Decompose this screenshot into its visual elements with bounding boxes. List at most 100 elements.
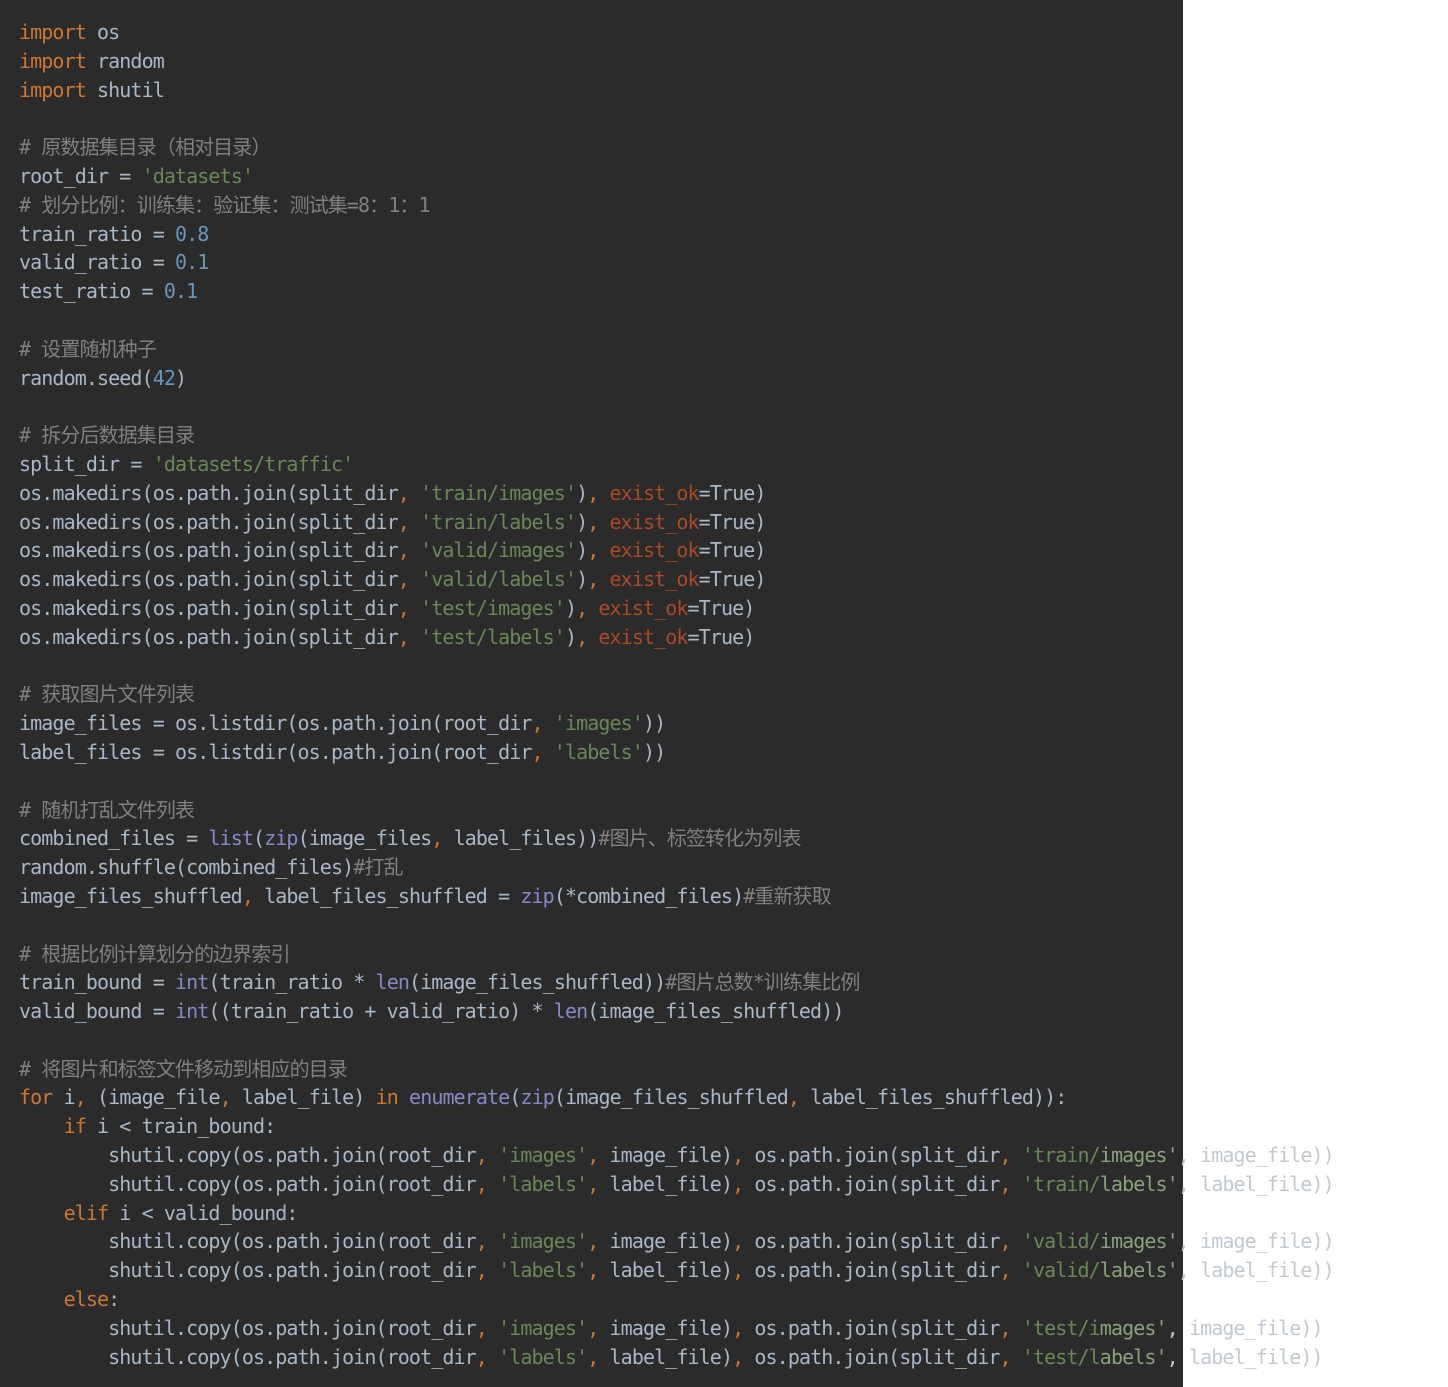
code-line: os.makedirs(os.path.join(split_dir, 'tra… [19, 479, 1334, 508]
code-token: # 划分比例：训练集：验证集：测试集=8：1：1 [19, 192, 431, 217]
code-line: shutil.copy(os.path.join(root_dir, 'imag… [19, 1141, 1335, 1170]
code-token: , [999, 1315, 1022, 1340]
code-token: 'train/ [1021, 1171, 1101, 1196]
code-token: 'labels' [498, 1258, 588, 1283]
code-token: 'labels' [553, 739, 644, 764]
code-token: , label_file)) [1177, 1258, 1335, 1283]
code-token: labels' [1099, 1258, 1179, 1283]
code-line: # 根据比例计算划分的边界索引 [19, 940, 1334, 969]
code-token: , [397, 595, 421, 620]
code-token: (*combined_files) [553, 883, 744, 908]
code-token: (train_ratio * [208, 970, 376, 995]
code-token: shutil.copy(os.path.join(root_dir [19, 1229, 477, 1254]
code-token: root_dir = [19, 163, 142, 188]
code-token: int [174, 999, 209, 1024]
code-token: image_file) [609, 1143, 733, 1168]
code-line: os.makedirs(os.path.join(split_dir, 'tes… [19, 594, 1334, 623]
code-token: 'test/i [1021, 1315, 1101, 1340]
code-line: os.makedirs(os.path.join(split_dir, 'val… [19, 536, 1334, 565]
code-token: 42 [152, 365, 176, 390]
code-line: shutil.copy(os.path.join(root_dir, 'imag… [19, 1314, 1334, 1343]
code-token: , [475, 1344, 499, 1369]
code-token: , [587, 538, 610, 563]
code-line: test_ratio = 0.1 [19, 277, 1334, 306]
code-token: , [999, 1143, 1022, 1168]
code-token: enumerate [409, 1085, 510, 1110]
code-token: exist_ok [598, 595, 688, 620]
code-token: 'labels' [498, 1344, 588, 1369]
code-token: shutil.copy(os.path.join(root_dir [19, 1171, 477, 1196]
code-token: combined_files = [19, 826, 209, 851]
code-token: len [375, 970, 410, 995]
code-token: shutil.copy(os.path.join(root_dir [19, 1344, 477, 1369]
code-line: shutil.copy(os.path.join(root_dir, 'labe… [19, 1170, 1335, 1199]
code-token: , [587, 1171, 610, 1196]
code-token: , [587, 1258, 610, 1283]
code-token: os.path.join(split_dir [754, 1229, 1000, 1254]
code-token: (image_files_shuffled)) [587, 999, 844, 1024]
code-token: # 随机打乱文件列表 [19, 797, 195, 822]
code-line: label_files = os.listdir(os.path.join(ro… [19, 738, 1334, 767]
code-token: , [587, 1229, 610, 1254]
code-token: import [19, 77, 87, 102]
code-token: label_files_shuffled = [264, 883, 521, 908]
code-token: len [553, 999, 588, 1024]
code-token: # 获取图片文件列表 [19, 682, 195, 707]
code-token: label_file) [609, 1258, 733, 1283]
code-line: # 原数据集目录（相对目录） [19, 133, 1334, 162]
code-token: , [732, 1143, 755, 1168]
code-token: , [587, 1143, 610, 1168]
code-token: (image_files_shuffled [553, 1085, 789, 1110]
code-token: image_file) [609, 1229, 733, 1254]
code-token: #图片总数*训练集比例 [665, 970, 860, 995]
code-line: os.makedirs(os.path.join(split_dir, 'tes… [19, 623, 1334, 652]
code-token: labels' [1099, 1171, 1179, 1196]
code-token: os.makedirs(os.path.join(split_dir [19, 567, 399, 592]
code-token: , label_file)) [1166, 1344, 1324, 1369]
code-token: , [587, 567, 610, 592]
code-token: 'valid/images' [420, 538, 577, 563]
code-token: import [19, 48, 87, 73]
code-token: ) [564, 595, 577, 620]
code-token: 'images' [498, 1229, 588, 1254]
code-token: elif [63, 1200, 109, 1225]
code-token: ) [175, 365, 187, 390]
code-token: in [375, 1085, 399, 1110]
code-token: 'images' [553, 711, 644, 736]
code-token: label_files)) [453, 826, 600, 851]
code-token: os.path.join(split_dir [754, 1344, 1000, 1369]
code-token: label_files = os.listdir(os.path.join(ro… [19, 739, 532, 764]
code-line: import random [19, 47, 1334, 76]
code-token: 'valid/ [1021, 1258, 1101, 1283]
code-line: for i, (image_file, label_file) in enume… [19, 1083, 1334, 1112]
code-token: , [732, 1258, 755, 1283]
code-token: label_file) [609, 1344, 733, 1369]
code-token: 'datasets/traffic' [152, 451, 354, 476]
code-token: exist_ok [609, 480, 700, 505]
code-token: 'valid/labels' [420, 567, 577, 592]
code-line: os.makedirs(os.path.join(split_dir, 'tra… [19, 508, 1334, 537]
code-token: random.seed( [19, 365, 154, 390]
code-token: os.makedirs(os.path.join(split_dir [19, 480, 399, 505]
code-token: 'train/labels' [420, 509, 577, 534]
code-token: , [241, 883, 265, 908]
code-token: shutil.copy(os.path.join(root_dir [19, 1143, 477, 1168]
code-line: import shutil [19, 76, 1334, 105]
code-token: , [475, 1315, 499, 1340]
code-token: , [475, 1229, 499, 1254]
code-token: images' [1099, 1229, 1179, 1254]
code-token: , [531, 739, 554, 764]
code-token: , image_file)) [1177, 1143, 1335, 1168]
code-token: os.makedirs(os.path.join(split_dir [19, 595, 399, 620]
code-token: os.path.join(split_dir [754, 1315, 1000, 1340]
code-token: os.makedirs(os.path.join(split_dir [19, 624, 399, 649]
code-line: else: [19, 1285, 1334, 1314]
code-editor[interactable]: import os import random import shutil # 原数… [19, 18, 1335, 1371]
code-token: test_ratio = [19, 279, 164, 304]
code-line: # 设置随机种子 [19, 335, 1334, 364]
code-token: , [732, 1344, 755, 1369]
code-token: label_file) [241, 1085, 376, 1110]
